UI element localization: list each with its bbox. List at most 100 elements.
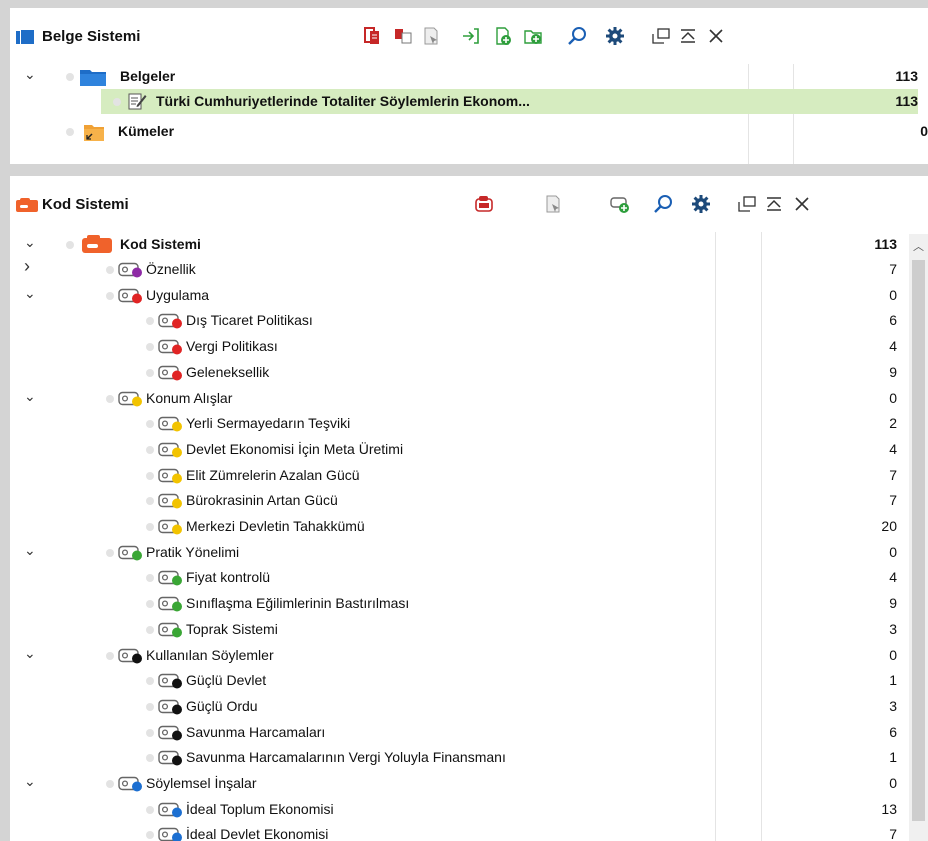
tree-row-belgeler[interactable]: ⌄ Belgeler 113	[10, 64, 928, 89]
code-tag-icon	[158, 802, 182, 818]
code-tag-icon	[158, 339, 182, 355]
new-document-icon[interactable]	[491, 24, 515, 48]
collapse-icon[interactable]	[762, 192, 786, 216]
tree-row-code[interactable]: Güçlü Ordu 3	[10, 694, 909, 719]
collapse-icon[interactable]	[676, 24, 700, 48]
tree-label: Pratik Yönelimi	[146, 543, 240, 560]
code-tag-icon	[158, 416, 182, 432]
code-tag-icon	[158, 571, 182, 586]
tree-count: 2	[889, 415, 897, 432]
tree-count: 7	[889, 261, 897, 277]
duplicate-icon[interactable]	[391, 24, 415, 48]
scrollbar-thumb[interactable]	[912, 260, 925, 821]
status-dot	[146, 445, 154, 454]
tree-row-code-root[interactable]: ⌄ Kod Sistemi 113	[10, 232, 909, 257]
tree-row-code[interactable]: Fiyat kontrolü 4	[10, 565, 909, 590]
tree-row-code[interactable]: ⌄ Söylemsel İnşalar 0	[10, 771, 909, 796]
copy-docs-icon[interactable]	[360, 24, 384, 48]
tree-label: Öznellik	[146, 261, 196, 277]
status-dot	[146, 728, 154, 737]
code-tag-icon	[118, 391, 142, 406]
undock-icon[interactable]	[735, 192, 759, 216]
gear-icon[interactable]	[689, 192, 713, 216]
code-delete-icon[interactable]	[472, 192, 496, 216]
flag-icon[interactable]	[419, 24, 443, 48]
flag-icon[interactable]	[541, 192, 565, 216]
status-dot	[146, 317, 154, 326]
tree-row-code[interactable]: İdeal Devlet Ekonomisi 7	[10, 822, 909, 841]
import-icon[interactable]	[459, 24, 483, 48]
tree-row-code[interactable]: ⌄ Pratik Yönelimi 0	[10, 540, 909, 565]
tree-row-code[interactable]: ⌄ Konum Alışlar 0	[10, 386, 909, 411]
chevron-right-icon[interactable]: ›	[24, 256, 38, 277]
tree-row-code[interactable]: › Öznellik 7	[10, 256, 909, 282]
chevron-down-icon[interactable]: ⌄	[24, 234, 38, 251]
tree-row-code[interactable]: Bürokrasinin Artan Gücü 7	[10, 488, 909, 513]
tree-row-code[interactable]: Savunma Harcamaları 6	[10, 720, 909, 745]
code-tag-icon	[118, 648, 142, 663]
tree-row-code[interactable]: Savunma Harcamalarının Vergi Yoluyla Fin…	[10, 745, 909, 770]
tree-row-document-selected[interactable]: Türki Cumhuriyetlerinde Totaliter Söylem…	[101, 89, 918, 114]
tree-row-code[interactable]: Yerli Sermayedarın Teşviki 2	[10, 411, 909, 436]
tree-count: 0	[889, 389, 897, 406]
tree-row-code[interactable]: Merkezi Devletin Tahakkümü 20	[10, 514, 909, 539]
chevron-down-icon[interactable]: ⌄	[24, 542, 38, 559]
tree-count: 6	[889, 312, 897, 329]
new-folder-icon[interactable]	[521, 24, 545, 48]
tree-count: 13	[881, 800, 897, 817]
status-dot	[106, 291, 114, 300]
code-tag-icon	[158, 673, 182, 689]
tree-label: Merkezi Devletin Tahakkümü	[186, 518, 365, 534]
tree-count: 113	[895, 93, 918, 109]
tree-label: Elit Zümrelerin Azalan Gücü	[186, 466, 360, 483]
vertical-scrollbar[interactable]: ︿	[909, 234, 928, 841]
tree-row-code[interactable]: Devlet Ekonomisi İçin Meta Üretimi 4	[10, 437, 909, 462]
code-tag-icon	[158, 725, 182, 741]
chevron-down-icon[interactable]: ⌄	[24, 66, 38, 83]
tree-label: Konum Alışlar	[146, 389, 233, 406]
text-document-icon	[128, 93, 147, 110]
status-dot	[146, 677, 154, 686]
tree-count: 3	[889, 620, 897, 637]
chevron-down-icon[interactable]: ⌄	[24, 773, 38, 790]
status-dot	[106, 651, 114, 660]
tree-row-code[interactable]: Sınıflaşma Eğilimlerinin Bastırılması 9	[10, 591, 909, 616]
tree-label: Güçlü Devlet	[186, 672, 267, 689]
status-dot	[146, 574, 154, 583]
tree-row-code[interactable]: Elit Zümrelerin Azalan Gücü 7	[10, 463, 909, 488]
code-tag-icon	[118, 262, 142, 278]
tree-row-code[interactable]: ⌄ Kullanılan Söylemler 0	[10, 643, 909, 668]
tree-count: 0	[889, 286, 897, 303]
tree-count: 7	[889, 826, 897, 841]
undock-icon[interactable]	[649, 24, 673, 48]
tree-label: İdeal Devlet Ekonomisi	[186, 826, 329, 841]
gear-icon[interactable]	[603, 24, 627, 48]
close-icon[interactable]	[704, 24, 728, 48]
search-icon[interactable]	[565, 24, 589, 48]
tree-row-code[interactable]: İdeal Toplum Ekonomisi 13	[10, 797, 909, 822]
tree-row-code[interactable]: Toprak Sistemi 3	[10, 617, 909, 642]
tree-count: 4	[889, 440, 897, 457]
scroll-up-icon[interactable]: ︿	[913, 238, 924, 254]
status-dot	[146, 805, 154, 814]
new-code-icon[interactable]	[608, 192, 632, 216]
document-system-icon	[16, 30, 34, 44]
status-dot	[106, 548, 114, 557]
folder-orange-icon	[84, 125, 104, 141]
tree-row-code[interactable]: ⌄ Uygulama 0	[10, 283, 909, 308]
code-tag-icon	[158, 596, 182, 612]
status-dot	[106, 780, 114, 788]
close-icon[interactable]	[790, 192, 814, 216]
tree-row-code[interactable]: Geleneksellik 9	[10, 360, 909, 385]
tree-row-kumeler[interactable]: Kümeler 0	[10, 119, 928, 144]
tree-count: 1	[889, 672, 897, 689]
tree-row-code[interactable]: Dış Ticaret Politikası 6	[10, 308, 909, 333]
chevron-down-icon[interactable]: ⌄	[24, 645, 38, 662]
chevron-down-icon[interactable]: ⌄	[24, 388, 38, 405]
chevron-down-icon[interactable]: ⌄	[24, 285, 38, 302]
search-icon[interactable]	[651, 192, 675, 216]
tree-row-code[interactable]: Vergi Politikası 4	[10, 334, 909, 359]
tree-row-code[interactable]: Güçlü Devlet 1	[10, 668, 909, 693]
code-tag-icon	[158, 751, 182, 766]
code-tag-icon	[118, 776, 142, 792]
